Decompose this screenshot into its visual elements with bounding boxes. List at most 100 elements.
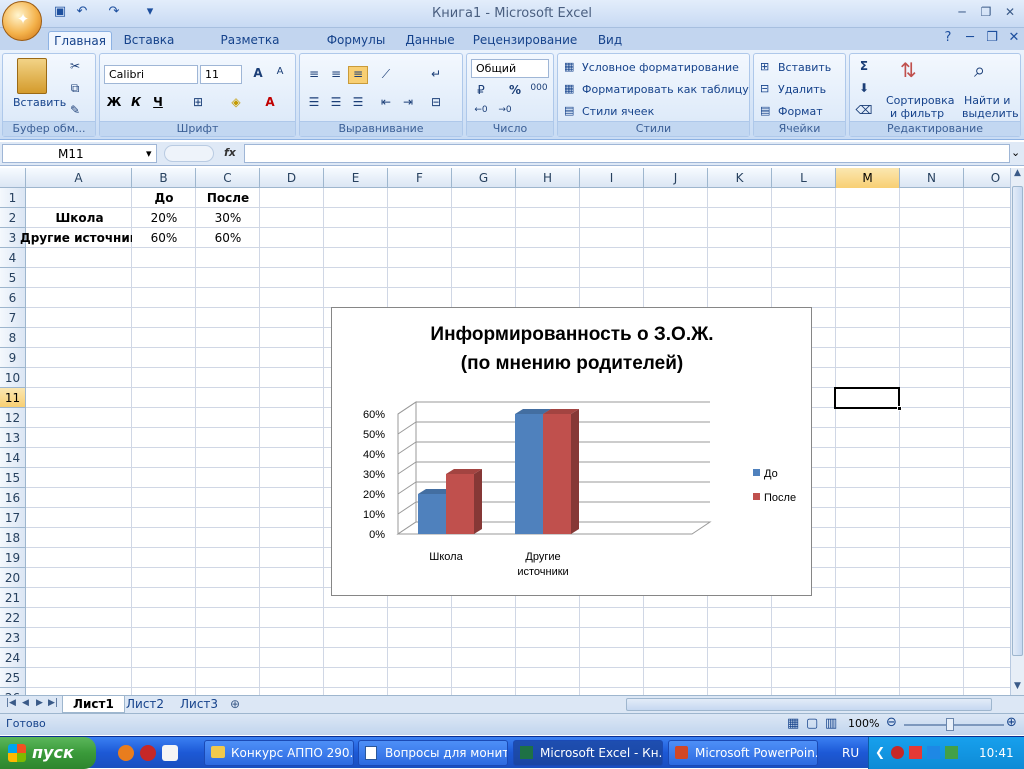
conditional-format-button[interactable]: Условное форматирование: [582, 61, 739, 74]
taskbar-item-folder[interactable]: Конкурс АППО 290...: [204, 740, 354, 766]
font-name-select[interactable]: Calibri: [104, 65, 198, 84]
copy-icon[interactable]: ⧉: [65, 80, 85, 98]
column-header-b[interactable]: B: [132, 168, 196, 188]
column-header-f[interactable]: F: [388, 168, 452, 188]
sort-filter-label-1[interactable]: Сортировка: [886, 94, 955, 107]
cell-b1[interactable]: До: [132, 188, 196, 208]
row-header-18[interactable]: 18: [0, 528, 26, 548]
currency-icon[interactable]: ₽: [471, 82, 491, 100]
column-header-c[interactable]: C: [196, 168, 260, 188]
sort-filter-label-2[interactable]: и фильтр: [890, 107, 944, 120]
row-header-25[interactable]: 25: [0, 668, 26, 688]
sheet-tab-2[interactable]: Лист2: [116, 696, 174, 713]
insert-function-button[interactable]: fx: [224, 146, 236, 159]
percent-button[interactable]: %: [505, 82, 525, 100]
column-header-h[interactable]: H: [516, 168, 580, 188]
taskbar-item-powerpoint[interactable]: Microsoft PowerPoin...: [668, 740, 818, 766]
selected-cell-m11[interactable]: [834, 387, 902, 411]
increase-indent-icon[interactable]: ⇥: [398, 94, 418, 112]
zoom-slider[interactable]: [904, 724, 1004, 726]
row-header-21[interactable]: 21: [0, 588, 26, 608]
column-header-o[interactable]: O: [964, 168, 1010, 188]
row-header-14[interactable]: 14: [0, 448, 26, 468]
tab-formulas[interactable]: Формулы: [320, 31, 392, 50]
delete-cells-button[interactable]: Удалить: [778, 83, 826, 96]
restore-button[interactable]: ❐: [975, 5, 997, 21]
row-header-15[interactable]: 15: [0, 468, 26, 488]
ribbon-minimize-icon[interactable]: ─: [960, 30, 980, 48]
row-header-26[interactable]: 26: [0, 688, 26, 695]
thousands-button[interactable]: 000: [527, 82, 551, 100]
row-header-7[interactable]: 7: [0, 308, 26, 328]
bold-button[interactable]: Ж: [104, 94, 124, 112]
tray-expand-icon[interactable]: ❮: [875, 745, 885, 759]
sheet-nav-first-icon[interactable]: |◀: [6, 698, 16, 708]
ribbon-restore-icon[interactable]: ❐: [982, 30, 1002, 48]
formula-bar-handle[interactable]: [164, 145, 214, 162]
chart[interactable]: Информированность о З.О.Ж. (по мнению род…: [331, 307, 812, 596]
row-header-12[interactable]: 12: [0, 408, 26, 428]
row-header-11[interactable]: 11: [0, 388, 26, 408]
keyboard-icon[interactable]: [927, 746, 940, 759]
find-select-label-2[interactable]: выделить: [962, 107, 1019, 120]
align-top-icon[interactable]: ≡: [304, 66, 324, 84]
paste-button[interactable]: Вставить: [13, 96, 66, 109]
scroll-thumb[interactable]: [1012, 186, 1023, 656]
column-header-n[interactable]: N: [900, 168, 964, 188]
insert-sheet-icon[interactable]: ⊕: [230, 697, 240, 711]
sheet-nav-last-icon[interactable]: ▶|: [48, 698, 58, 708]
underline-button[interactable]: Ч: [148, 94, 168, 112]
merge-center-icon[interactable]: ⊟: [426, 94, 446, 112]
orientation-icon[interactable]: ⟋: [376, 66, 396, 84]
formula-expand-icon[interactable]: ⌄: [1011, 146, 1020, 159]
number-format-select[interactable]: Общий: [471, 59, 549, 78]
tab-home[interactable]: Главная: [48, 31, 112, 50]
formula-input[interactable]: [244, 144, 1010, 163]
format-painter-icon[interactable]: ✎: [65, 102, 85, 120]
fill-color-icon[interactable]: ◈: [226, 94, 246, 112]
clear-icon[interactable]: ⌫: [854, 102, 874, 120]
decrease-decimal-icon[interactable]: →0: [495, 104, 515, 122]
vertical-scrollbar[interactable]: ▲ ▼: [1010, 168, 1024, 695]
cell-b3[interactable]: 60%: [132, 228, 196, 248]
scroll-up-icon[interactable]: ▲: [1011, 168, 1024, 182]
increase-decimal-icon[interactable]: ←0: [471, 104, 491, 122]
cell-c1[interactable]: После: [196, 188, 260, 208]
select-all-corner[interactable]: [0, 168, 26, 188]
cell-b2[interactable]: 20%: [132, 208, 196, 228]
cell-a3[interactable]: Другие источники: [20, 228, 132, 248]
shrink-font-button[interactable]: A: [270, 65, 290, 83]
zoom-in-icon[interactable]: ⊕: [1006, 715, 1017, 730]
row-header-4[interactable]: 4: [0, 248, 26, 268]
autosum-icon[interactable]: Σ: [854, 58, 874, 76]
zoom-level[interactable]: 100%: [848, 717, 879, 730]
firefox-icon[interactable]: [118, 745, 134, 761]
font-size-select[interactable]: 11: [200, 65, 242, 84]
insert-cells-button[interactable]: Вставить: [778, 61, 831, 74]
help-icon[interactable]: ?: [938, 30, 958, 48]
normal-view-icon[interactable]: ▦: [787, 716, 799, 731]
column-header-j[interactable]: J: [644, 168, 708, 188]
column-header-m[interactable]: M: [836, 168, 900, 188]
cell-c3[interactable]: 60%: [196, 228, 260, 248]
minimize-button[interactable]: ─: [951, 5, 973, 21]
row-header-23[interactable]: 23: [0, 628, 26, 648]
row-header-6[interactable]: 6: [0, 288, 26, 308]
taskbar-item-excel[interactable]: Microsoft Excel - Кн...: [513, 740, 663, 766]
row-header-13[interactable]: 13: [0, 428, 26, 448]
row-header-20[interactable]: 20: [0, 568, 26, 588]
fill-handle[interactable]: [897, 406, 902, 411]
cell-c2[interactable]: 30%: [196, 208, 260, 228]
grow-font-button[interactable]: A: [248, 65, 268, 83]
opera-icon[interactable]: [140, 745, 156, 761]
horizontal-scrollbar[interactable]: [626, 698, 992, 711]
column-header-g[interactable]: G: [452, 168, 516, 188]
fill-icon[interactable]: ⬇: [854, 80, 874, 98]
align-left-icon[interactable]: ☰: [304, 94, 324, 112]
wrap-text-icon[interactable]: ↵: [426, 66, 446, 84]
sheet-nav-prev-icon[interactable]: ◀: [22, 698, 29, 708]
align-center-icon[interactable]: ☰: [326, 94, 346, 112]
media-icon[interactable]: [162, 745, 178, 761]
font-color-icon[interactable]: A: [260, 94, 280, 112]
language-indicator[interactable]: RU: [842, 746, 859, 760]
